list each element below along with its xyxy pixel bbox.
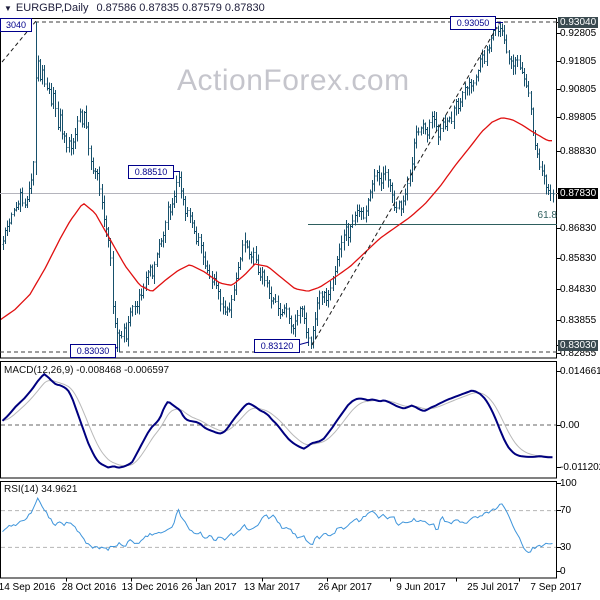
price-axis-label: 0.93040 (558, 17, 599, 28)
chevron-down-icon[interactable]: ▼ (4, 4, 12, 13)
price-axis-label: 0.91805 (560, 56, 597, 67)
price-axis-label: 0.86830 (560, 223, 597, 234)
rsi-panel-surface[interactable] (0, 481, 557, 579)
macd-axis-label: 0.00 (560, 420, 580, 431)
price-axis-label: 0.87830 (558, 188, 599, 199)
fib-618-label: 61.8 (537, 210, 557, 221)
rsi-axis-label: 30 (560, 542, 572, 553)
price-axis-label: 0.83855 (560, 315, 597, 326)
macd-indicator-label: MACD(12,26,9) -0.008468 -0.006597 (4, 365, 170, 376)
annotation-clipped-high[interactable]: 3040 (0, 18, 32, 32)
symbol-timeframe-label: EURGBP,Daily (15, 2, 89, 14)
price-axis-label: 0.83030 (558, 340, 599, 351)
price-axis-label: 0.88830 (560, 146, 597, 157)
annotation-low-left[interactable]: 0.83030 (70, 344, 116, 358)
price-axis-label: 0.84830 (560, 284, 597, 295)
annotation-low-right[interactable]: 0.83120 (254, 339, 300, 353)
watermark: ActionForex.com (177, 64, 410, 97)
annotation-swing-high[interactable]: 0.93050 (450, 16, 496, 30)
annotation-resistance[interactable]: 0.88510 (128, 165, 174, 179)
price-axis-label: 0.92805 (560, 28, 597, 39)
macd-axis-label: 0.014661 (560, 366, 600, 377)
chart-window: ▼ EURGBP,Daily 0.87586 0.87835 0.87579 0.8… (0, 0, 600, 600)
date-label: 26 Jan 2017 (181, 582, 237, 593)
rsi-axis-label: 100 (560, 478, 577, 489)
rsi-indicator-label: RSI(14) 34.9621 (4, 484, 78, 495)
price-axis-label: 0.90805 (560, 84, 597, 95)
title-bar: ▼ EURGBP,Daily 0.87586 0.87835 0.87579 0.8… (4, 2, 265, 16)
price-axis-label: 0.89805 (560, 112, 597, 123)
date-label: 14 Sep 2016 (0, 582, 56, 593)
rsi-axis-label: 0 (560, 566, 566, 577)
date-label: 28 Oct 2016 (61, 582, 117, 593)
date-label: 13 Mar 2017 (243, 582, 301, 593)
price-axis-label: 0.85830 (560, 253, 597, 264)
macd-axis-label: -0.011202 (560, 462, 600, 473)
date-label: 26 Apr 2017 (318, 582, 372, 593)
ohlc-values: 0.87586 0.87835 0.87579 0.87830 (96, 2, 265, 14)
date-label: 7 Sep 2017 (530, 582, 582, 593)
date-label: 13 Dec 2016 (121, 582, 179, 593)
date-label: 25 Jul 2017 (467, 582, 519, 593)
rsi-axis-label: 70 (560, 505, 572, 516)
date-label: 9 Jun 2017 (396, 582, 446, 593)
